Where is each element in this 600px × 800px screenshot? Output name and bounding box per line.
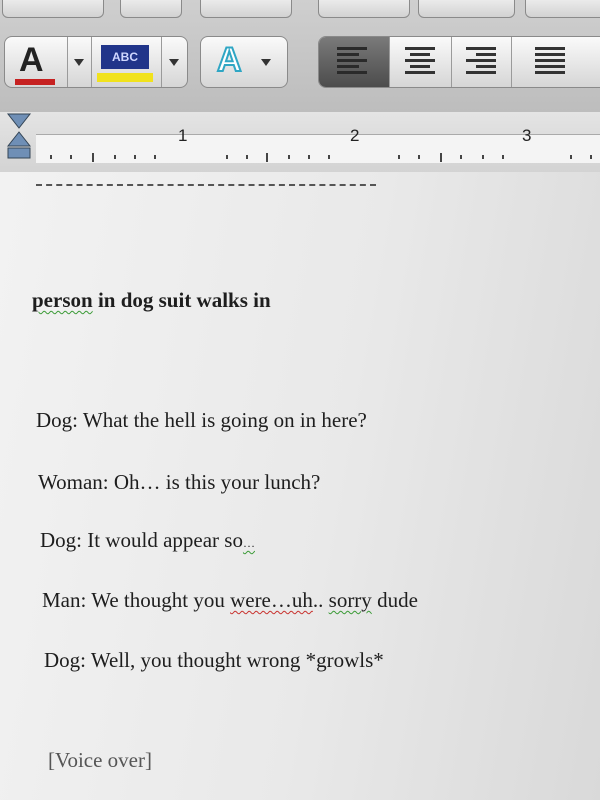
voice-over-label: [Voice over] [48, 748, 152, 772]
ruler-mark-3: 3 [522, 126, 532, 145]
horizontal-ruler[interactable]: 1 2 3 [0, 112, 600, 173]
align-left-icon [337, 47, 367, 79]
highlight-color-swatch [97, 73, 153, 82]
chevron-down-icon [261, 59, 271, 66]
text-effects-icon: A [216, 40, 243, 80]
align-center-button[interactable] [389, 37, 452, 87]
highlight-button[interactable]: ABC [91, 37, 162, 87]
dialogue-line: Dog: Well, you thought wrong *growls* [44, 648, 384, 672]
ruler-mark-1: 1 [178, 126, 188, 145]
toolbar-top-button[interactable] [418, 0, 515, 18]
spelling-flagged-word: were…uh [230, 588, 313, 612]
indent-marker-icon[interactable] [4, 112, 34, 168]
toolbar-top-row [0, 0, 600, 20]
formatting-toolbar: A ABC A [0, 0, 600, 113]
toolbar-top-button[interactable] [525, 0, 600, 18]
toolbar-top-button[interactable] [2, 0, 104, 18]
justify-button[interactable] [511, 37, 591, 87]
text-effects-button[interactable]: A [200, 36, 288, 88]
ruler-track [36, 134, 600, 163]
document-page[interactable]: person in dog suit walks in Dog: What th… [0, 172, 600, 800]
dialogue-line: Man: We thought you were…uh.. sorry dude [42, 588, 418, 612]
toolbar-top-button[interactable] [120, 0, 182, 18]
highlight-icon: ABC [101, 45, 149, 69]
font-color-swatch [15, 79, 55, 85]
ruler-mark-2: 2 [350, 126, 360, 145]
previous-text-cutoff [36, 174, 376, 186]
align-left-button[interactable] [319, 37, 390, 87]
grammar-flagged-word: person [32, 288, 93, 312]
dialogue-line: Woman: Oh… is this your lunch? [38, 470, 321, 494]
chevron-down-icon [169, 59, 179, 66]
font-color-button[interactable]: A [5, 37, 68, 87]
highlight-dropdown[interactable] [161, 37, 187, 87]
chevron-down-icon [74, 59, 84, 66]
paragraph-alignment-group [318, 36, 600, 88]
align-right-icon [466, 47, 496, 79]
font-color-icon: A [19, 41, 44, 79]
justify-icon [535, 47, 565, 79]
color-button-group: A ABC [4, 36, 188, 88]
grammar-flagged-word: sorry [328, 588, 372, 612]
dialogue-line: Dog: What the hell is going on in here? [36, 408, 367, 432]
toolbar-top-button[interactable] [318, 0, 410, 18]
align-right-button[interactable] [451, 37, 512, 87]
font-color-dropdown[interactable] [67, 37, 92, 87]
stage-direction: person in dog suit walks in [32, 288, 271, 312]
dialogue-line: Dog: It would appear so… [40, 528, 255, 552]
toolbar-top-button[interactable] [200, 0, 292, 18]
align-center-icon [405, 47, 435, 79]
